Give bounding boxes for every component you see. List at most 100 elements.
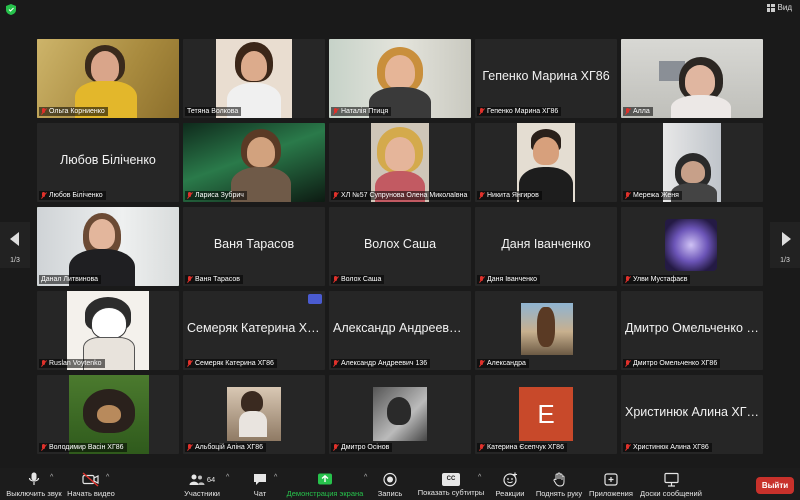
participant-tile[interactable]: Александр Андреевич... Александр Андреев… <box>329 291 471 370</box>
mic-muted-icon <box>479 360 485 367</box>
mic-muted-icon <box>41 360 47 367</box>
participant-name-label: Любов Біліченко <box>39 191 106 200</box>
participant-name-label: Катерина Єсепчук ХГ86 <box>477 443 567 452</box>
participant-name-label: Дмитро Осінов <box>331 443 393 452</box>
participant-tile[interactable]: Александра <box>475 291 617 370</box>
leave-meeting-button[interactable]: Выйти <box>756 477 794 494</box>
whiteboard-icon <box>663 472 679 487</box>
participant-tile[interactable]: Улви Мустафаєв <box>621 207 763 286</box>
participant-tile[interactable]: Альбоцій Аліна ХГ86 <box>183 375 325 454</box>
chevron-right-icon <box>782 232 791 246</box>
mic-muted-icon <box>625 360 631 367</box>
page-indicator-left: 1/3 <box>10 257 20 264</box>
chat-label: Чат <box>253 489 267 498</box>
participants-icon <box>189 474 205 485</box>
participant-name-label: Даня Іванченко <box>477 275 541 284</box>
mic-muted-icon <box>187 276 193 283</box>
participant-display-name: Дмитро Омельченко Х... <box>625 321 759 335</box>
participant-tile[interactable]: Ruslan Voytenko <box>37 291 179 370</box>
participant-tile[interactable]: Тетяна Волкова <box>183 39 325 118</box>
mic-muted-icon <box>187 444 193 451</box>
participant-tile[interactable]: Любов Біліченко Любов Біліченко <box>37 123 179 202</box>
participant-name-label: Александра <box>477 359 529 368</box>
participant-tile[interactable]: Наталія Птиця <box>329 39 471 118</box>
participants-count: 64 <box>206 475 216 484</box>
participant-tile[interactable]: Алла <box>621 39 763 118</box>
view-label: Вид <box>777 3 792 12</box>
captions-options-caret[interactable]: ^ <box>478 474 481 481</box>
start-video-button[interactable]: Начать видео <box>66 468 116 500</box>
mic-muted-icon <box>41 108 47 115</box>
participant-display-name: Волох Саша <box>363 237 437 251</box>
top-bar: Вид <box>0 0 800 20</box>
participant-tile[interactable]: Лариса Зубрич <box>183 123 325 202</box>
participant-display-name: Даня Іванченко <box>501 237 591 251</box>
whiteboards-button[interactable]: Доски сообщений <box>638 468 704 500</box>
apps-label: Приложения <box>589 489 633 498</box>
participant-name-label: Данал Литвинова <box>39 275 102 284</box>
video-options-caret[interactable]: ^ <box>106 474 109 481</box>
participant-name-label: Тетяна Волкова <box>185 107 242 116</box>
share-options-caret[interactable]: ^ <box>364 474 367 481</box>
reactions-button[interactable]: Реакции <box>492 468 528 500</box>
participant-tile[interactable]: ХЛ №57 Супрунова Олена Миколаївна <box>329 123 471 202</box>
mute-options-caret[interactable]: ^ <box>50 474 53 481</box>
mic-muted-icon <box>625 192 631 199</box>
participant-tile[interactable]: Ольга Корниенко <box>37 39 179 118</box>
chat-button[interactable]: Чат <box>246 468 274 500</box>
share-screen-button[interactable]: Демонстрация экрана <box>286 468 364 500</box>
mic-muted-icon <box>479 192 485 199</box>
participant-tile[interactable]: Гепенко Марина ХГ86 Гепенко Марина ХГ86 <box>475 39 617 118</box>
record-label: Запись <box>377 489 403 498</box>
share-screen-label: Демонстрация экрана <box>286 489 364 498</box>
show-captions-button[interactable]: CC Показать субтитры <box>416 468 486 500</box>
apps-button[interactable]: Приложения <box>588 468 634 500</box>
participants-button[interactable]: 64 Участники <box>180 468 224 500</box>
participant-tile[interactable]: E Катерина Єсепчук ХГ86 <box>475 375 617 454</box>
mic-muted-icon <box>187 192 193 199</box>
reactions-label: Реакции <box>495 489 525 498</box>
view-button[interactable]: Вид <box>766 3 792 12</box>
participant-name-label: Гепенко Марина ХГ86 <box>477 107 562 116</box>
whiteboards-label: Доски сообщений <box>640 489 702 498</box>
participant-name-label: Ольга Корниенко <box>39 107 108 116</box>
participants-options-caret[interactable]: ^ <box>226 474 229 481</box>
participant-tile[interactable]: Дмитро Омельченко Х... Дмитро Омельченко… <box>621 291 763 370</box>
participant-tile[interactable]: Семеряк Катерина ХГ86 Семеряк Катерина Х… <box>183 291 325 370</box>
shield-icon <box>6 4 16 15</box>
participant-name-label: Никита Янгиров <box>477 191 542 200</box>
participant-tile[interactable]: Христинюк Алина ХГ86 Христинюк Алина ХГ8… <box>621 375 763 454</box>
mute-button[interactable]: Выключить звук <box>6 468 62 500</box>
raise-hand-label: Поднять руку <box>535 489 583 498</box>
participant-tile[interactable]: Волох Саша Волох Саша <box>329 207 471 286</box>
participant-name-label: Улви Мустафаєв <box>623 275 691 284</box>
record-button[interactable]: Запись <box>374 468 406 500</box>
record-icon <box>383 472 397 487</box>
participant-letter-avatar: E <box>519 387 573 441</box>
participant-tile[interactable]: Даня Іванченко Даня Іванченко <box>475 207 617 286</box>
chevron-left-icon <box>10 232 19 246</box>
mic-muted-icon <box>333 276 339 283</box>
participant-tile-active-speaker[interactable]: Данал Литвинова <box>37 207 179 286</box>
show-captions-label: Показать субтитры <box>417 488 485 497</box>
next-page-button[interactable]: 1/3 <box>770 222 800 268</box>
mic-muted-icon <box>41 444 47 451</box>
previous-page-button[interactable]: 1/3 <box>0 222 30 268</box>
raise-hand-button[interactable]: Поднять руку <box>532 468 586 500</box>
microphone-icon <box>28 472 40 485</box>
start-video-label: Начать видео <box>67 489 115 498</box>
participant-name-label: Наталія Птиця <box>331 107 392 116</box>
participant-tile[interactable]: Дмитро Осінов <box>329 375 471 454</box>
participant-tile[interactable]: Ваня Тарасов Ваня Тарасов <box>183 207 325 286</box>
mic-muted-icon <box>479 108 485 115</box>
participant-name-label: Волох Саша <box>331 275 385 284</box>
raise-hand-icon <box>553 472 564 487</box>
participant-tile[interactable]: Мережа Женя <box>621 123 763 202</box>
participant-tile[interactable]: Никита Янгиров <box>475 123 617 202</box>
participant-display-name: Гепенко Марина ХГ86 <box>482 69 610 83</box>
chat-options-caret[interactable]: ^ <box>274 474 277 481</box>
mute-label: Выключить звук <box>6 489 62 498</box>
participant-tile[interactable]: Володимир Васін ХГ86 <box>37 375 179 454</box>
participant-display-name: Ваня Тарасов <box>213 237 295 251</box>
apps-icon <box>604 473 618 486</box>
